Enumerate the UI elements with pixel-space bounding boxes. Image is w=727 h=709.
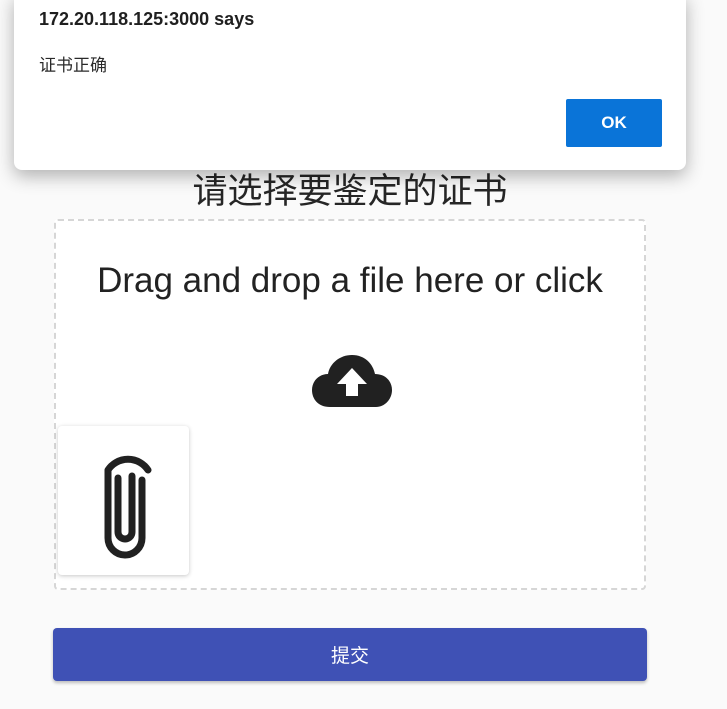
alert-origin: 172.20.118.125:3000 says — [39, 9, 255, 29]
paperclip-icon — [104, 455, 152, 559]
dropzone-instructions: Drag and drop a file here or click — [97, 261, 603, 300]
page: 请选择要鉴定的证书 Drag and drop a file here or c… — [0, 0, 727, 709]
file-dropzone[interactable]: Drag and drop a file here or click — [54, 219, 646, 590]
file-preview-card[interactable] — [58, 426, 189, 575]
submit-button[interactable]: 提交 — [53, 628, 647, 681]
alert-message: 证书正确 — [39, 56, 107, 76]
cloud-upload-icon — [312, 355, 392, 407]
alert-dialog: 172.20.118.125:3000 says 证书正确 OK — [14, 0, 686, 170]
ok-button[interactable]: OK — [566, 99, 662, 147]
page-title: 请选择要鉴定的证书 — [192, 172, 508, 212]
